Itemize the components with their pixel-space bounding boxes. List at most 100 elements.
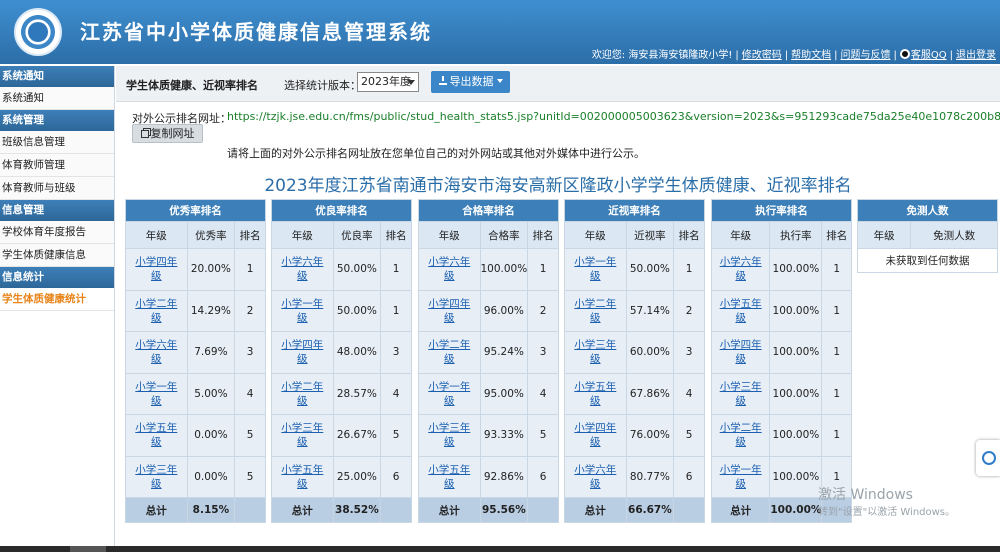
grade-link[interactable]: 小学四年级 — [281, 339, 323, 365]
export-label: 导出数据 — [449, 75, 494, 88]
rank-value: 3 — [527, 331, 559, 374]
welcome-text: 欢迎您: 海安县海安镇隆政小学! — [591, 50, 733, 61]
table-row: 小学一年级 95.00% 4 — [418, 372, 559, 415]
rate-value: 100.00% — [769, 289, 823, 332]
sidebar-group-notice[interactable]: 系统通知 — [0, 66, 114, 87]
grade-link[interactable]: 小学一年级 — [281, 298, 323, 324]
rank-value: 1 — [821, 331, 852, 374]
sidebar-item-health-stats[interactable]: 学生体质健康统计 — [0, 288, 114, 311]
rank-value: 3 — [673, 331, 705, 374]
grade-link[interactable]: 小学三年级 — [720, 381, 762, 407]
total-label: 总计 — [125, 497, 188, 523]
rate-value: 100.00% — [769, 414, 823, 457]
grade-link[interactable]: 小学四年级 — [720, 339, 762, 365]
service-icon — [982, 451, 996, 465]
logout-link[interactable]: 退出登录 — [956, 50, 996, 61]
change-password-link[interactable]: 修改密码 — [742, 50, 782, 61]
feedback-link[interactable]: 问题与反馈 — [841, 50, 891, 61]
rank-value: 4 — [527, 372, 559, 415]
grade-link[interactable]: 小学四年级 — [574, 422, 616, 448]
grade-link[interactable]: 小学三年级 — [428, 422, 470, 448]
grade-link[interactable]: 小学二年级 — [428, 339, 470, 365]
grade-link[interactable]: 小学六年级 — [574, 464, 616, 490]
grade-link[interactable]: 小学三年级 — [281, 422, 323, 448]
table-row: 小学三年级 26.67% 5 — [271, 414, 412, 457]
public-url[interactable]: https://tzjk.jse.edu.cn/fms/public/stud_… — [227, 110, 1000, 123]
rank-value: 5 — [380, 414, 412, 457]
sidebar-group-info[interactable]: 信息管理 — [0, 200, 114, 221]
table-row: 小学六年级 7.69% 3 — [125, 331, 266, 374]
grade-link[interactable]: 小学二年级 — [720, 422, 762, 448]
grade-link[interactable]: 小学五年级 — [720, 298, 762, 324]
sidebar-item-teacher-class[interactable]: 体育教师与班级 — [0, 177, 114, 200]
table-row: 小学一年级 50.00% 1 — [564, 248, 705, 291]
rate-value: 93.33% — [479, 414, 529, 457]
activation-watermark-hint: 转到"设置"以激活 Windows。 — [818, 507, 956, 518]
sidebar-item-notice[interactable]: 系统通知 — [0, 87, 114, 110]
rate-value: 20.00% — [186, 248, 236, 291]
col-grade: 年级 — [125, 221, 188, 249]
rate-value: 80.77% — [625, 455, 675, 498]
rate-value: 25.00% — [332, 455, 382, 498]
grade-link[interactable]: 小学四年级 — [428, 298, 470, 324]
table-row: 小学四年级 48.00% 3 — [271, 331, 412, 374]
grade-link[interactable]: 小学三年级 — [574, 339, 616, 365]
total-value: 100.00% — [769, 497, 823, 523]
rank-value: 2 — [527, 289, 559, 332]
table-row: 小学五年级 67.86% 4 — [564, 372, 705, 415]
grade-link[interactable]: 小学五年级 — [574, 381, 616, 407]
table-row: 小学四年级 100.00% 1 — [710, 331, 852, 374]
sidebar-item-health-info[interactable]: 学生体质健康信息 — [0, 244, 114, 267]
total-label: 总计 — [564, 497, 627, 523]
grade-link[interactable]: 小学五年级 — [281, 464, 323, 490]
taskbar-item[interactable] — [70, 546, 106, 552]
rate-value: 0.00% — [186, 414, 236, 457]
total-label: 总计 — [271, 497, 334, 523]
sidebar-item-teachers[interactable]: 体育教师管理 — [0, 154, 114, 177]
rate-value: 14.29% — [186, 289, 236, 332]
sidebar-group-stats[interactable]: 信息统计 — [0, 267, 114, 288]
grade-link[interactable]: 小学三年级 — [135, 464, 177, 490]
rate-value: 100.00% — [769, 455, 823, 498]
col-value: 近视率 — [625, 221, 675, 249]
help-docs-link[interactable]: 帮助文档 — [791, 50, 831, 61]
sidebar-item-annual-report[interactable]: 学校体育年度报告 — [0, 221, 114, 244]
toolbar: 学生体质健康、近视率排名 选择统计版本： 2023年度 导出数据 — [116, 66, 1000, 102]
export-button[interactable]: 导出数据 — [431, 71, 510, 93]
rate-value: 96.00% — [479, 289, 529, 332]
total-row: 总计 66.67% — [564, 497, 705, 523]
grade-link[interactable]: 小学二年级 — [135, 298, 177, 324]
version-select[interactable]: 2023年度 — [357, 72, 419, 92]
grade-link[interactable]: 小学五年级 — [135, 422, 177, 448]
rank-table-myopia: 近视率排名 年级 近视率 排名 小学一年级 50.00% 1 小学二年级 57.14% 2 小学三年… — [564, 199, 705, 523]
table-row: 小学二年级 28.57% 4 — [271, 372, 412, 415]
rank-value: 2 — [673, 289, 705, 332]
grade-link[interactable]: 小学二年级 — [574, 298, 616, 324]
sidebar-group-system[interactable]: 系统管理 — [0, 110, 114, 131]
grade-link[interactable]: 小学六年级 — [720, 256, 762, 282]
rank-value: 6 — [527, 455, 559, 498]
table-row: 小学五年级 25.00% 6 — [271, 455, 412, 498]
rate-value: 0.00% — [186, 455, 236, 498]
grade-link[interactable]: 小学六年级 — [281, 256, 323, 282]
grade-link[interactable]: 小学六年级 — [428, 256, 470, 282]
grade-link[interactable]: 小学一年级 — [135, 381, 177, 407]
total-value: 8.15% — [186, 497, 236, 523]
grade-link[interactable]: 小学一年级 — [720, 464, 762, 490]
sidebar-item-class-info[interactable]: 班级信息管理 — [0, 131, 114, 154]
floating-service-widget[interactable] — [976, 440, 1000, 476]
grade-link[interactable]: 小学二年级 — [281, 381, 323, 407]
rank-table-good: 优良率排名 年级 优良率 排名 小学六年级 50.00% 1 小学一年级 50.00% 1 小学四年… — [271, 199, 412, 523]
exempt-table-title: 免测人数 — [857, 199, 998, 222]
rate-value: 48.00% — [332, 331, 382, 374]
grade-link[interactable]: 小学四年级 — [135, 256, 177, 282]
grade-link[interactable]: 小学一年级 — [428, 381, 470, 407]
grade-link[interactable]: 小学五年级 — [428, 464, 470, 490]
grade-link[interactable]: 小学一年级 — [574, 256, 616, 282]
table-row: 小学六年级 100.00% 1 — [710, 248, 852, 291]
copy-url-button[interactable]: 复制网址 — [132, 124, 203, 143]
grade-link[interactable]: 小学六年级 — [135, 339, 177, 365]
support-qq-link[interactable]: 客服QQ — [911, 50, 947, 61]
version-label: 选择统计版本： — [284, 79, 361, 92]
table-row: 小学四年级 96.00% 2 — [418, 289, 559, 332]
